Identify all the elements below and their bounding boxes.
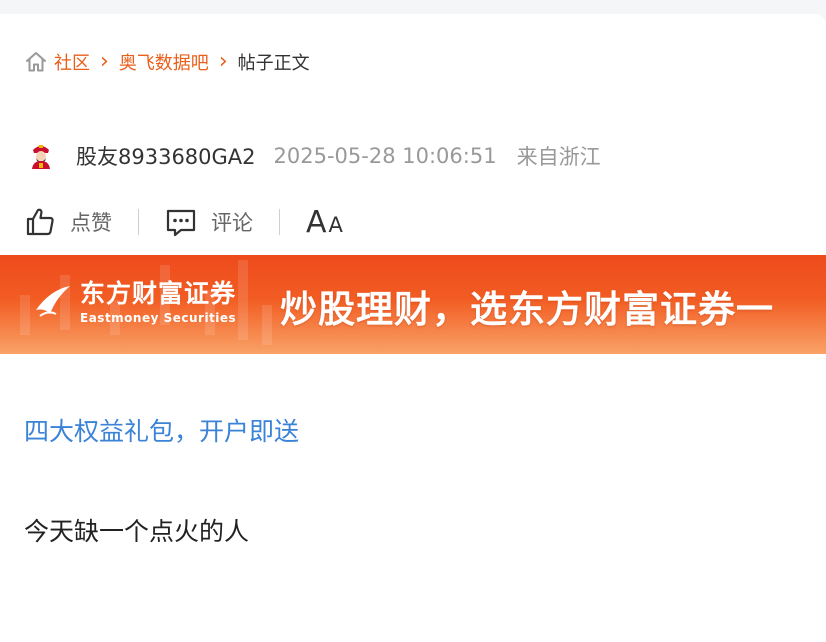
logo-chinese: 东方财富证券 — [80, 279, 237, 308]
logo-english: Eastmoney Securities — [80, 311, 237, 325]
fortune-god-avatar-icon — [32, 145, 50, 169]
divider — [138, 209, 139, 235]
chevron-right-icon: › — [100, 49, 109, 74]
breadcrumb: 社区 › 奥飞数据吧 › 帖子正文 — [24, 47, 310, 77]
font-large-icon: A — [306, 204, 327, 240]
font-small-icon: A — [328, 212, 343, 237]
promo-link[interactable]: 四大权益礼包，开户即送 — [24, 412, 299, 448]
home-icon[interactable] — [24, 50, 48, 74]
breadcrumb-community-link[interactable]: 社区 — [54, 49, 90, 75]
font-size-toggle[interactable]: A A — [306, 205, 343, 240]
candle-decoration — [20, 295, 30, 335]
eastmoney-logo-icon — [36, 286, 70, 317]
candle-decoration — [238, 260, 248, 340]
avatar[interactable] — [26, 141, 56, 171]
banner-slogan: 炒股理财，选东方财富证券一 — [280, 288, 774, 331]
author-info: 股友8933680GA2 2025-05-28 10:06:51 来自浙江 — [26, 140, 601, 172]
comment-label: 评论 — [211, 211, 253, 235]
author-name[interactable]: 股友8933680GA2 — [76, 141, 256, 171]
eastmoney-logo: 东方财富证券 Eastmoney Securities — [34, 279, 236, 325]
ad-banner[interactable]: 东方财富证券 Eastmoney Securities 炒股理财，选东方财富证券… — [0, 255, 826, 354]
candle-decoration — [262, 305, 272, 345]
post-content: 今天缺一个点火的人 — [24, 517, 250, 546]
divider — [279, 209, 280, 235]
post-location: 来自浙江 — [516, 145, 601, 169]
comment-button[interactable]: 评论 — [165, 206, 253, 238]
thumbs-up-icon — [26, 208, 54, 236]
breadcrumb-current: 帖子正文 — [237, 53, 310, 74]
comment-icon — [166, 209, 196, 237]
post-actions: 点赞 评论 A A — [24, 204, 343, 240]
post-time: 2025-05-28 10:06:51 — [273, 144, 497, 168]
like-label: 点赞 — [70, 211, 112, 235]
breadcrumb-forum-link[interactable]: 奥飞数据吧 — [119, 49, 209, 75]
chevron-right-icon: › — [218, 49, 228, 74]
like-button[interactable]: 点赞 — [24, 206, 112, 238]
